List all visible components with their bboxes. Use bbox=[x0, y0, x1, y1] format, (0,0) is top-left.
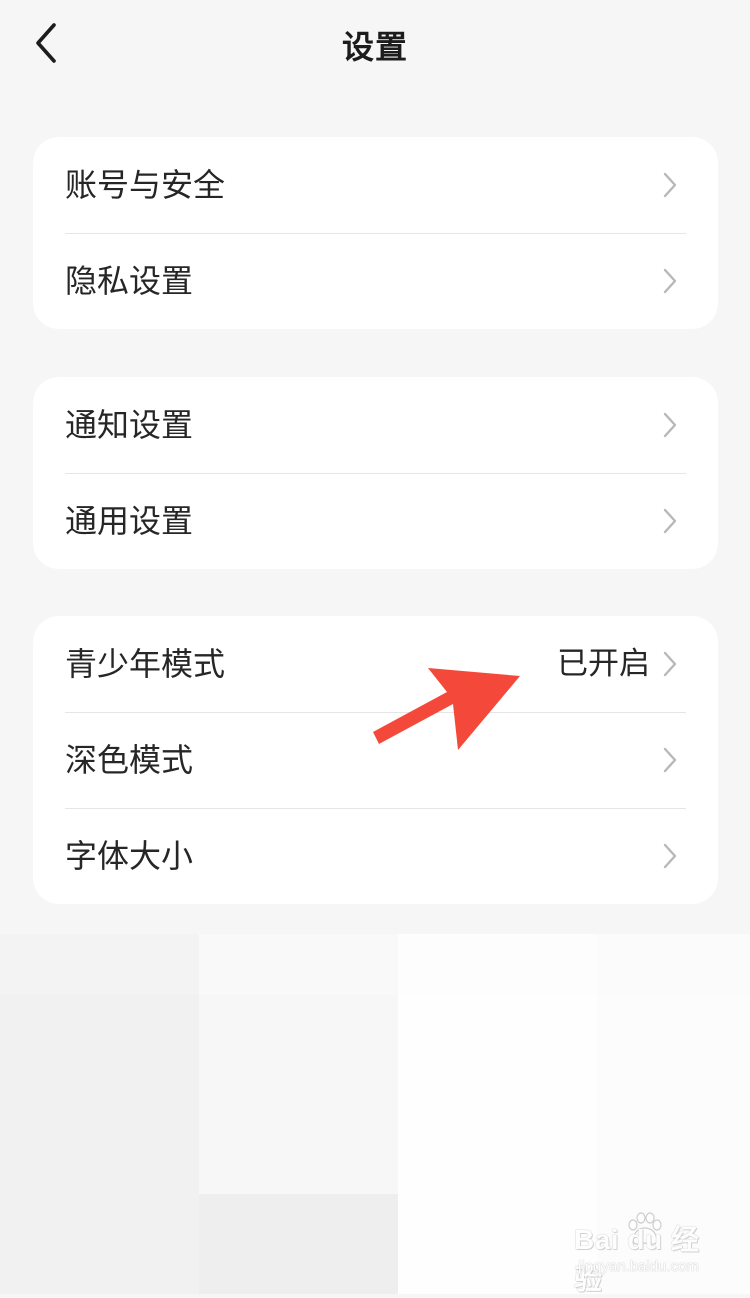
settings-item-label: 深色模式 bbox=[65, 741, 194, 779]
settings-item-general[interactable]: 通用设置 bbox=[33, 473, 718, 569]
settings-item-dark-mode[interactable]: 深色模式 bbox=[33, 712, 718, 808]
watermark-url: jingyan.baidu.com bbox=[578, 1258, 699, 1275]
settings-item-label: 通用设置 bbox=[65, 502, 194, 540]
navigation-bar: 设置 bbox=[0, 0, 750, 88]
settings-item-privacy[interactable]: 隐私设置 bbox=[33, 233, 718, 329]
settings-item-label: 通知设置 bbox=[65, 406, 194, 444]
chevron-right-icon bbox=[663, 747, 677, 773]
chevron-right-icon bbox=[663, 651, 677, 677]
settings-group-display: 青少年模式 已开启 深色模式 字体大小 bbox=[33, 616, 718, 904]
settings-item-notifications[interactable]: 通知设置 bbox=[33, 377, 718, 473]
baidu-jingyan-watermark: Bai du 经验 jingyan.baidu.com bbox=[574, 1212, 724, 1295]
teen-mode-status: 已开启 bbox=[557, 646, 650, 682]
chevron-right-icon bbox=[663, 508, 677, 534]
chevron-right-icon bbox=[663, 843, 677, 869]
settings-item-label: 账号与安全 bbox=[65, 166, 226, 204]
settings-item-label: 字体大小 bbox=[65, 837, 194, 875]
page-title: 设置 bbox=[341, 28, 408, 66]
settings-item-teen-mode[interactable]: 青少年模式 已开启 bbox=[33, 616, 718, 712]
settings-item-label: 隐私设置 bbox=[65, 262, 194, 300]
settings-item-label: 青少年模式 bbox=[65, 645, 226, 683]
settings-group-general: 通知设置 通用设置 bbox=[33, 377, 718, 569]
chevron-right-icon bbox=[663, 268, 677, 294]
settings-item-font-size[interactable]: 字体大小 bbox=[33, 808, 718, 904]
settings-item-account-security[interactable]: 账号与安全 bbox=[33, 137, 718, 233]
chevron-right-icon bbox=[663, 172, 677, 198]
settings-group-account: 账号与安全 隐私设置 bbox=[33, 137, 718, 329]
chevron-right-icon bbox=[663, 412, 677, 438]
